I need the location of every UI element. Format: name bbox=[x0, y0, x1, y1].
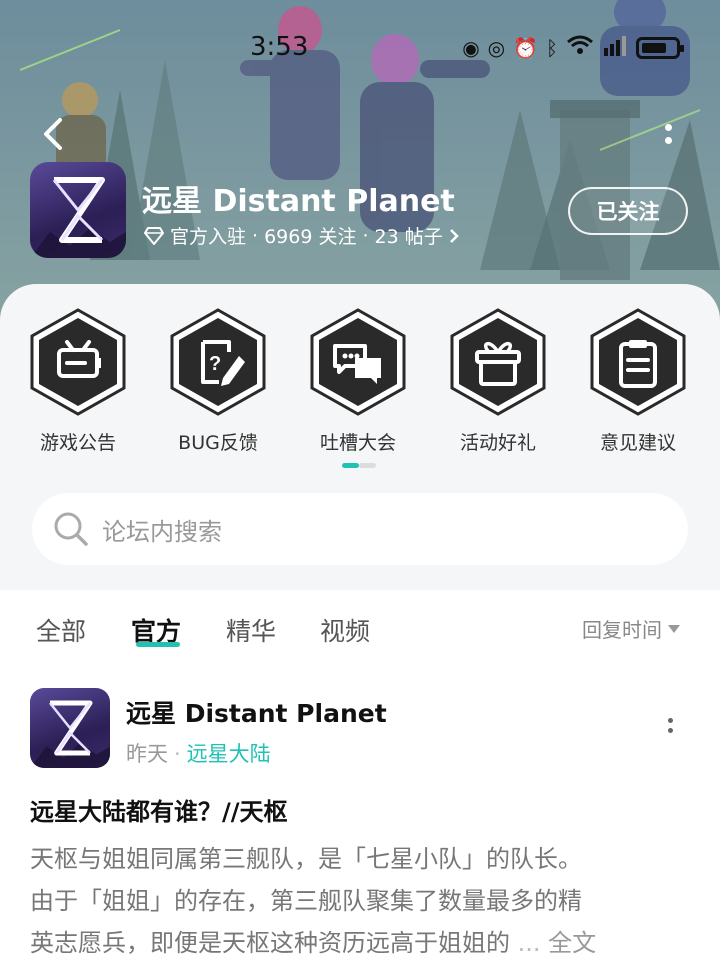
page-dot bbox=[359, 463, 376, 468]
quick-link-bug-report[interactable]: ? BUG反馈 bbox=[148, 308, 288, 455]
header-banner: 3:53 ◉ ◎ ⏰ ᛒ 远星 Distant Planet 官方入驻 · 69… bbox=[0, 0, 720, 320]
search-input[interactable]: 论坛内搜索 bbox=[102, 512, 222, 547]
chat-bubbles-icon bbox=[310, 308, 406, 416]
post-body-line: 英志愿兵，即便是天枢这种资历远高于姐姐的 bbox=[30, 929, 510, 957]
post-board-link[interactable]: 远星大陆 bbox=[187, 742, 271, 766]
quick-link-label: 活动好礼 bbox=[459, 432, 536, 454]
sort-dropdown[interactable]: 回复时间 bbox=[582, 614, 680, 643]
wifi-icon bbox=[566, 35, 594, 60]
page-dot-active bbox=[342, 463, 359, 468]
svg-text:?: ? bbox=[209, 353, 221, 375]
post-title[interactable]: 远星大陆都有谁？//天枢 bbox=[30, 792, 288, 827]
quick-link-feedback[interactable]: 意见建议 bbox=[568, 308, 708, 455]
tab-video[interactable]: 视频 bbox=[320, 612, 370, 648]
app-meta[interactable]: 官方入驻 · 6969 关注 · 23 帖子 bbox=[144, 222, 459, 249]
tab-all[interactable]: 全部 bbox=[36, 612, 86, 648]
chevron-right-icon bbox=[449, 228, 459, 243]
chevron-left-icon bbox=[44, 118, 62, 150]
quick-link-label: 意见建议 bbox=[599, 432, 676, 454]
post-card[interactable]: 远星 Distant Planet 昨天 · 远星大陆 远星大陆都有谁？//天枢 天… bbox=[0, 662, 720, 960]
app-logo bbox=[30, 162, 126, 258]
quick-links: 游戏公告 ? BUG反馈 吐槽大会 活动好礼 意见建议 bbox=[0, 308, 720, 454]
meta-separator: · bbox=[362, 224, 369, 247]
post-more-button[interactable] bbox=[664, 718, 676, 746]
page-indicator bbox=[342, 463, 376, 468]
more-options-button[interactable] bbox=[656, 118, 680, 154]
more-dot-icon bbox=[667, 728, 673, 733]
signal-5g-icon bbox=[602, 34, 628, 61]
alarm-icon: ⏰ bbox=[513, 35, 538, 60]
gift-box-icon bbox=[450, 308, 546, 416]
quick-link-gifts[interactable]: 活动好礼 bbox=[428, 308, 568, 455]
ellipsis: ... bbox=[517, 929, 541, 957]
tab-featured[interactable]: 精华 bbox=[226, 612, 276, 648]
more-dot-icon bbox=[664, 124, 672, 131]
post-body[interactable]: 天枢与姐姐同属第三舰队，是「七星小队」的队长。 由于「姐姐」的存在，第三舰队聚集… bbox=[30, 838, 680, 960]
posts-count: 23 帖子 bbox=[374, 226, 443, 248]
quick-link-chat[interactable]: 吐槽大会 bbox=[288, 308, 428, 455]
status-time: 3:53 bbox=[250, 32, 309, 62]
quick-link-label: BUG反馈 bbox=[178, 432, 258, 454]
caret-down-icon bbox=[668, 624, 680, 633]
active-tab-indicator bbox=[136, 642, 180, 647]
followers-count: 6969 关注 bbox=[264, 226, 357, 248]
post-meta: 昨天 · 远星大陆 bbox=[126, 738, 271, 768]
meta-separator: · bbox=[174, 742, 181, 766]
quick-link-label: 吐槽大会 bbox=[319, 432, 396, 454]
status-icons: ◉ ◎ ⏰ ᛒ bbox=[462, 34, 684, 61]
search-bar[interactable]: 论坛内搜索 bbox=[32, 493, 688, 565]
bug-report-icon: ? bbox=[170, 308, 266, 416]
app-name: 远星 Distant Planet bbox=[142, 184, 455, 219]
status-bar: 3:53 ◉ ◎ ⏰ ᛒ bbox=[0, 28, 720, 68]
nfc-icon: ◉ bbox=[462, 35, 480, 60]
follow-button[interactable]: 已关注 bbox=[568, 187, 688, 235]
post-time: 昨天 bbox=[126, 742, 168, 766]
post-author[interactable]: 远星 Distant Planet bbox=[126, 694, 387, 730]
avatar[interactable] bbox=[30, 688, 110, 768]
more-dot-icon bbox=[664, 137, 672, 144]
sort-label: 回复时间 bbox=[582, 618, 662, 642]
full-text-link[interactable]: 全文 bbox=[548, 929, 596, 957]
post-body-last-line: 英志愿兵，即便是天枢这种资历远高于姐姐的 ... 全文 bbox=[30, 922, 680, 960]
post-body-line: 天枢与姐姐同属第三舰队，是「七星小队」的队长。 bbox=[30, 845, 582, 873]
eye-icon: ◎ bbox=[487, 35, 506, 60]
announcement-icon bbox=[30, 308, 126, 416]
diamond-verified-icon bbox=[144, 226, 164, 245]
back-button[interactable] bbox=[36, 112, 72, 156]
search-icon bbox=[54, 512, 88, 546]
more-dot-icon bbox=[667, 718, 673, 723]
verified-label: 官方入驻 bbox=[170, 226, 247, 248]
meta-separator: · bbox=[252, 224, 259, 247]
quick-link-announcement[interactable]: 游戏公告 bbox=[8, 308, 148, 455]
battery-icon bbox=[636, 36, 684, 59]
bluetooth-icon: ᛒ bbox=[546, 35, 558, 60]
clipboard-icon bbox=[590, 308, 686, 416]
post-body-line: 由于「姐姐」的存在，第三舰队聚集了数量最多的精 bbox=[30, 887, 582, 915]
quick-link-label: 游戏公告 bbox=[39, 432, 116, 454]
